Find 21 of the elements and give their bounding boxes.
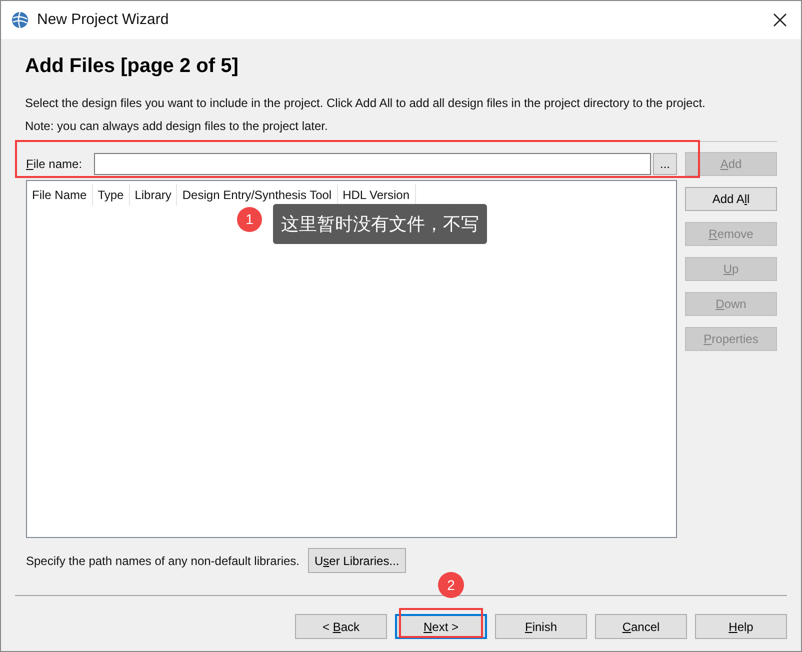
column-header[interactable]: Type [92,184,130,206]
libraries-text: Specify the path names of any non-default libraries. [26,552,300,570]
step-badge: 2 [438,572,464,598]
file-name-label: File name: [26,156,84,173]
description-text: Select the design files you want to include in the project. Click Add All to add all design files in the project directory to the project. [25,95,706,112]
side-button[interactable]: Add All [685,187,777,211]
callout-bubble: 这里暂时没有文件，不写 [273,204,487,244]
footer-button[interactable]: Help [695,614,787,639]
user-libraries-button[interactable]: User Libraries... [308,548,406,573]
footer-button[interactable]: < Back [295,614,387,639]
window-title: New Project Wizard [37,10,169,30]
footer-button[interactable]: Finish [495,614,587,639]
column-header[interactable]: Library [130,184,178,206]
description-text: Note: you can always add design files to the project later. [25,118,329,135]
page-heading: Add Files [page 2 of 5] [25,54,240,79]
column-header[interactable]: File Name [27,184,93,206]
globe-icon [11,11,29,29]
file-name-field[interactable] [94,153,651,175]
footer-button[interactable]: Cancel [595,614,687,639]
browse-button[interactable]: ... [653,153,677,175]
close-icon[interactable] [773,13,787,27]
